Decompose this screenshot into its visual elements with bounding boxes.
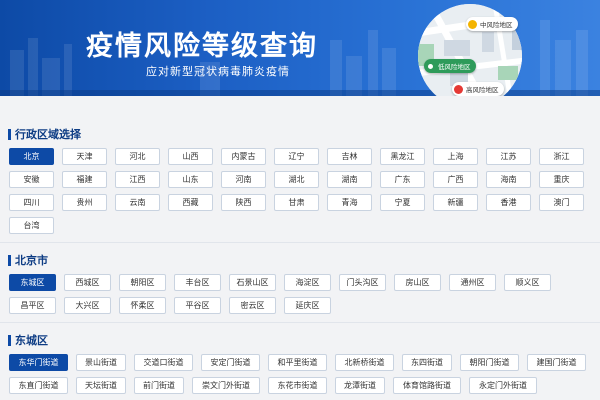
district-chip[interactable]: 海淀区 <box>284 274 331 291</box>
province-chip[interactable]: 澳门 <box>539 194 584 211</box>
province-chip[interactable]: 内蒙古 <box>221 148 266 165</box>
district-chip[interactable]: 房山区 <box>394 274 441 291</box>
province-chip[interactable]: 香港 <box>486 194 531 211</box>
banner: 疫情风险等级查询 应对新型冠状病毒肺炎疫情 中风险地区 低风险地区 高风险地区 <box>0 0 600 96</box>
province-chip[interactable]: 浙江 <box>539 148 584 165</box>
mid-risk-pin: 中风险地区 <box>466 17 518 31</box>
street-chip[interactable]: 龙潭街道 <box>335 377 385 394</box>
street-chip[interactable]: 和平里街道 <box>268 354 327 371</box>
district-chip[interactable]: 密云区 <box>229 297 276 314</box>
province-chip[interactable]: 广东 <box>380 171 425 188</box>
province-chip[interactable]: 湖北 <box>274 171 319 188</box>
province-chip[interactable]: 天津 <box>62 148 107 165</box>
district-section-label: 北京市 <box>15 254 48 267</box>
district-section-title: 北京市 <box>8 252 48 268</box>
district-chip[interactable]: 大兴区 <box>64 297 111 314</box>
province-chip[interactable]: 贵州 <box>62 194 107 211</box>
street-chip[interactable]: 体育馆路街道 <box>393 377 461 394</box>
province-chip[interactable]: 江西 <box>115 171 160 188</box>
street-chip[interactable]: 崇文门外街道 <box>192 377 260 394</box>
street-section-label: 东城区 <box>15 334 48 347</box>
district-chip[interactable]: 东城区 <box>9 274 56 291</box>
high-risk-pin: 高风险地区 <box>452 82 504 96</box>
district-chip[interactable]: 朝阳区 <box>119 274 166 291</box>
street-section-title: 东城区 <box>8 332 48 348</box>
province-chip[interactable]: 安徽 <box>9 171 54 188</box>
province-chip[interactable]: 台湾 <box>9 217 54 234</box>
province-chip[interactable]: 辽宁 <box>274 148 319 165</box>
banner-title: 疫情风险等级查询 <box>86 31 318 62</box>
street-chip[interactable]: 永定门外街道 <box>469 377 537 394</box>
street-chip[interactable]: 前门街道 <box>134 377 184 394</box>
province-chip[interactable]: 福建 <box>62 171 107 188</box>
province-chip[interactable]: 重庆 <box>539 171 584 188</box>
province-chip[interactable]: 宁夏 <box>380 194 425 211</box>
province-chip[interactable]: 江苏 <box>486 148 531 165</box>
province-chip[interactable]: 四川 <box>9 194 54 211</box>
street-chip[interactable]: 东直门街道 <box>9 377 68 394</box>
district-chip[interactable]: 怀柔区 <box>119 297 166 314</box>
district-chip[interactable]: 昌平区 <box>9 297 56 314</box>
province-chip[interactable]: 广西 <box>433 171 478 188</box>
province-chip[interactable]: 吉林 <box>327 148 372 165</box>
district-chip[interactable]: 通州区 <box>449 274 496 291</box>
province-chip[interactable]: 河南 <box>221 171 266 188</box>
province-chip[interactable]: 新疆 <box>433 194 478 211</box>
street-chip[interactable]: 东花市街道 <box>268 377 327 394</box>
district-chip[interactable]: 门头沟区 <box>339 274 386 291</box>
district-chip[interactable]: 平谷区 <box>174 297 221 314</box>
province-chip[interactable]: 河北 <box>115 148 160 165</box>
divider <box>0 322 600 323</box>
low-risk-label: 低风险地区 <box>438 63 471 71</box>
district-chip[interactable]: 西城区 <box>64 274 111 291</box>
province-chip[interactable]: 青海 <box>327 194 372 211</box>
province-chip[interactable]: 陕西 <box>221 194 266 211</box>
content-area: 行政区域选择 北京 天津 河北 山西 内蒙古 辽宁 吉林 黑龙江 上海 江苏 浙江安徽 福建 江西 山东河… <box>0 96 600 400</box>
province-chip[interactable]: 山东 <box>168 171 213 188</box>
low-risk-dot-icon <box>426 61 435 71</box>
street-chip[interactable]: 朝阳门街道 <box>460 354 519 371</box>
street-chip[interactable]: 天坛街道 <box>76 377 126 394</box>
mid-risk-label: 中风险地区 <box>480 21 513 29</box>
province-chip[interactable]: 云南 <box>115 194 160 211</box>
province-chip[interactable]: 上海 <box>433 148 478 165</box>
divider <box>0 242 600 243</box>
province-chip[interactable]: 北京 <box>9 148 54 165</box>
province-chip[interactable]: 甘肃 <box>274 194 319 211</box>
banner-subtitle: 应对新型冠状病毒肺炎疫情 <box>146 65 290 78</box>
high-risk-label: 高风险地区 <box>466 86 499 94</box>
district-chip[interactable]: 延庆区 <box>284 297 331 314</box>
province-chip[interactable]: 山西 <box>168 148 213 165</box>
street-chip[interactable]: 交道口街道 <box>134 354 193 371</box>
street-chip[interactable]: 东四街道 <box>402 354 452 371</box>
district-chip[interactable]: 顺义区 <box>504 274 551 291</box>
province-chip[interactable]: 海南 <box>486 171 531 188</box>
street-chip[interactable]: 建国门街道 <box>527 354 586 371</box>
high-risk-dot-icon <box>454 84 463 94</box>
low-risk-pin: 低风险地区 <box>424 59 476 73</box>
street-chip[interactable]: 东华门街道 <box>9 354 68 371</box>
province-chip[interactable]: 西藏 <box>168 194 213 211</box>
province-chip[interactable]: 黑龙江 <box>380 148 425 165</box>
province-section-title: 行政区域选择 <box>8 126 81 142</box>
street-chip[interactable]: 北新桥街道 <box>335 354 394 371</box>
district-chip[interactable]: 石景山区 <box>229 274 276 291</box>
district-chip[interactable]: 丰台区 <box>174 274 221 291</box>
province-chip[interactable]: 湖南 <box>327 171 372 188</box>
province-section-label: 行政区域选择 <box>15 128 81 141</box>
street-chip[interactable]: 安定门街道 <box>201 354 260 371</box>
mid-risk-dot-icon <box>468 19 477 29</box>
section-marker-icon <box>8 254 11 266</box>
section-marker-icon <box>8 128 11 140</box>
section-marker-icon <box>8 334 11 346</box>
street-chip[interactable]: 景山街道 <box>76 354 126 371</box>
